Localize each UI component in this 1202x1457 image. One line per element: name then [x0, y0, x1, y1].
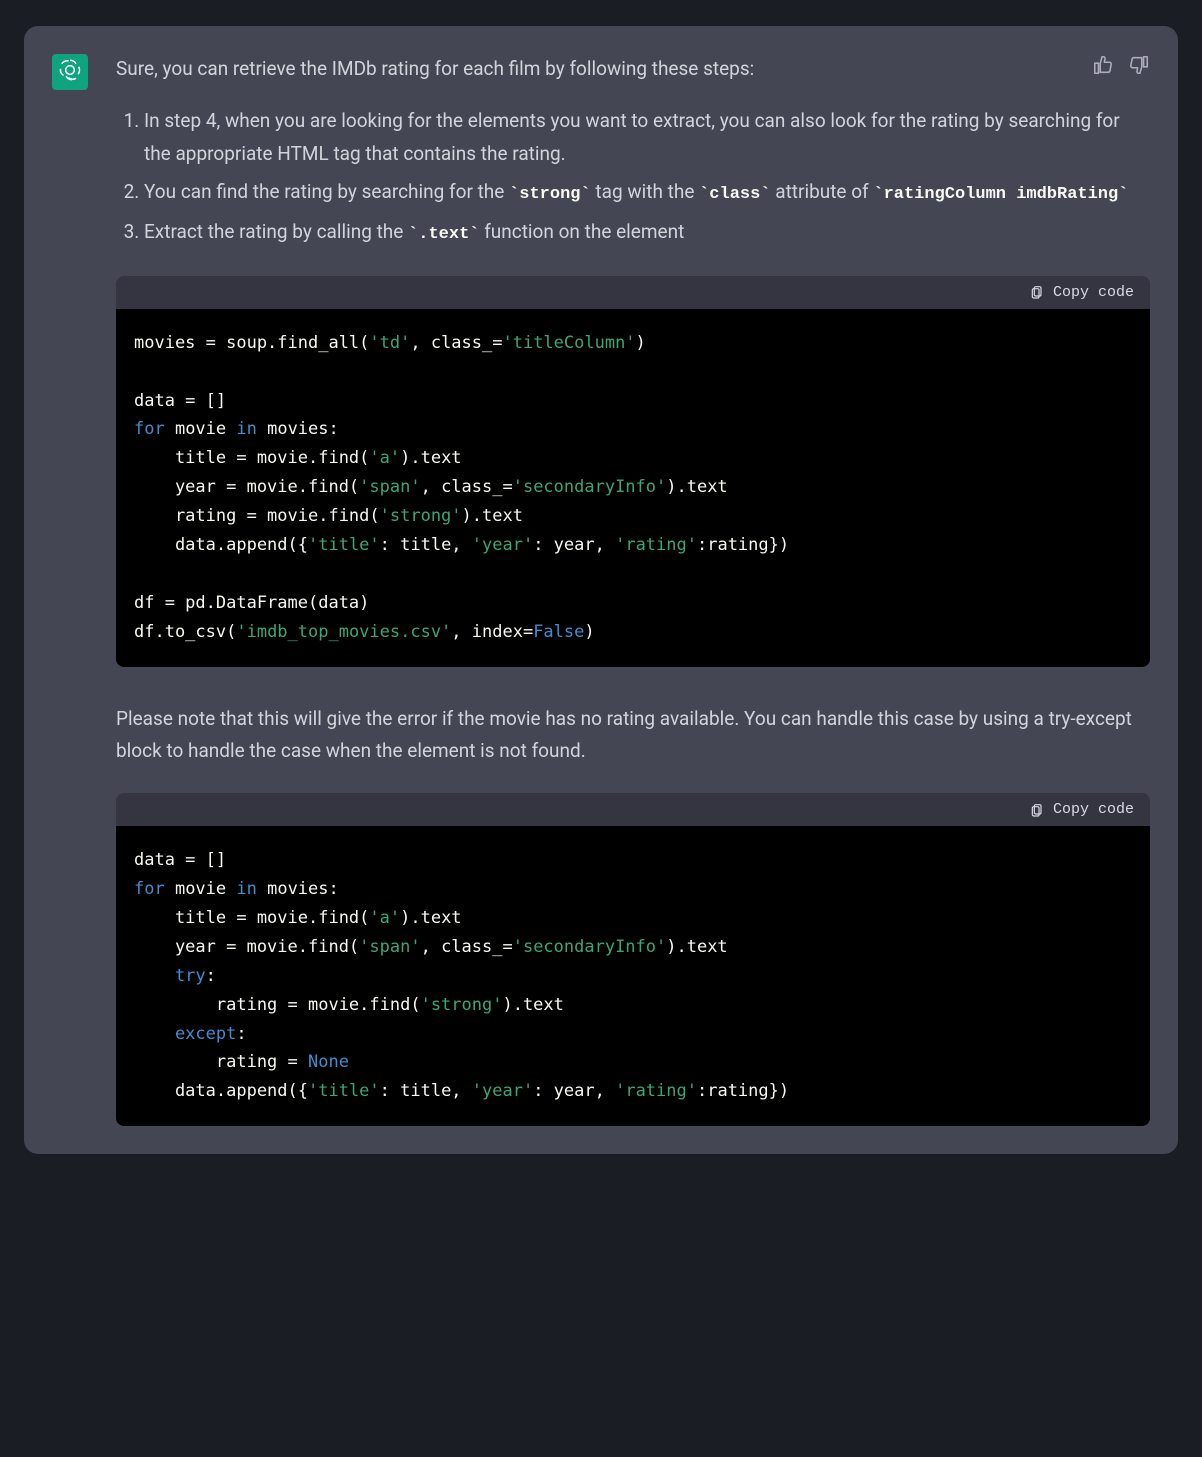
- assistant-message: Sure, you can retrieve the IMDb rating f…: [24, 26, 1178, 1154]
- copy-code-label: Copy code: [1053, 284, 1134, 301]
- step-2-code-3: `ratingColumn imdbRating`: [873, 185, 1128, 204]
- step-3-text-a: Extract the rating by calling the: [144, 220, 408, 243]
- message-intro: Sure, you can retrieve the IMDb rating f…: [116, 54, 1074, 83]
- step-3: Extract the rating by calling the `.text…: [144, 216, 1150, 250]
- step-2-text-a: You can find the rating by searching for…: [144, 180, 509, 203]
- step-2-code-2: `class`: [699, 185, 770, 204]
- code-block-2-content[interactable]: data = [] for movie in movies: title = m…: [116, 826, 1150, 1126]
- step-3-text-b: function on the element: [479, 220, 684, 243]
- step-2: You can find the rating by searching for…: [144, 176, 1150, 210]
- clipboard-icon: [1029, 284, 1045, 300]
- step-2-text-b: tag with the: [591, 180, 699, 203]
- code-block-1: Copy code movies = soup.find_all('td', c…: [116, 276, 1150, 667]
- step-2-text-c: attribute of: [771, 180, 874, 203]
- step-2-code-1: `strong`: [509, 185, 591, 204]
- step-1: In step 4, when you are looking for the …: [144, 105, 1150, 170]
- code-block-1-content[interactable]: movies = soup.find_all('td', class_='tit…: [116, 309, 1150, 667]
- note-paragraph: Please note that this will give the erro…: [116, 703, 1150, 768]
- steps-list: In step 4, when you are looking for the …: [116, 105, 1150, 249]
- thumbs-down-button[interactable]: [1128, 54, 1150, 76]
- step-1-text: In step 4, when you are looking for the …: [144, 109, 1120, 164]
- copy-code-label: Copy code: [1053, 801, 1134, 818]
- openai-icon: [57, 57, 83, 87]
- code-block-2: Copy code data = [] for movie in movies:…: [116, 793, 1150, 1126]
- thumbs-up-button[interactable]: [1092, 54, 1114, 76]
- copy-code-button-2[interactable]: Copy code: [1029, 801, 1134, 818]
- assistant-avatar: [52, 54, 88, 90]
- clipboard-icon: [1029, 802, 1045, 818]
- step-3-code-1: `.text`: [408, 225, 479, 244]
- copy-code-button-1[interactable]: Copy code: [1029, 284, 1134, 301]
